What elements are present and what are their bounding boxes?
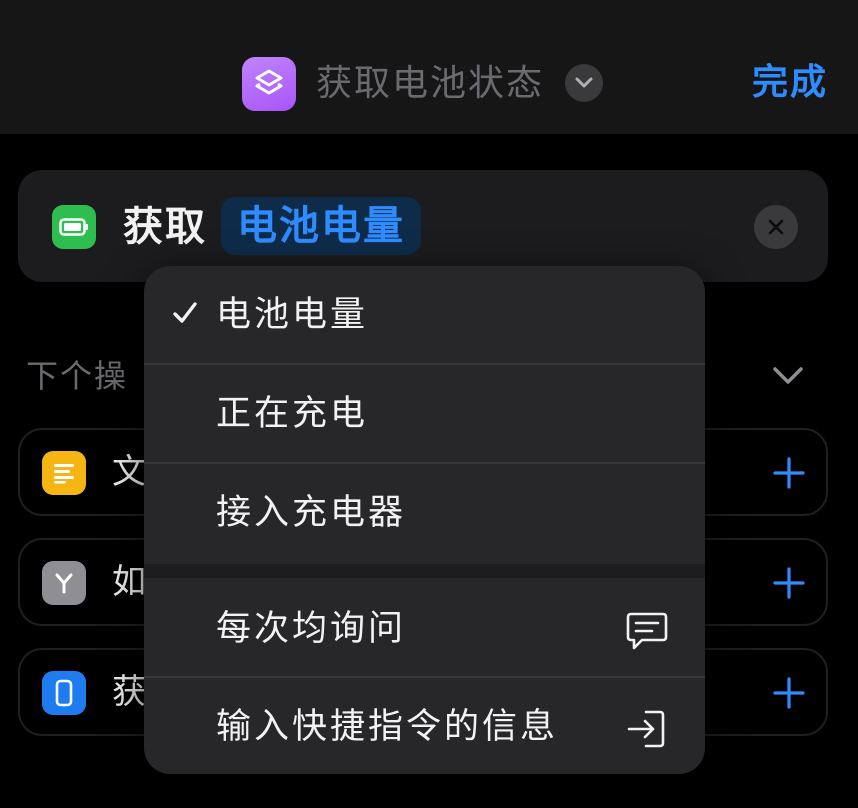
plus-icon[interactable]: [772, 456, 806, 490]
menu-item-shortcut-input[interactable]: 输入快捷指令的信息: [144, 678, 705, 774]
page-title[interactable]: 获取电池状态: [316, 62, 544, 106]
navigation-bar: 获取电池状态 完成: [0, 0, 858, 134]
plus-icon[interactable]: [772, 566, 806, 600]
message-bubble-icon: [626, 612, 668, 650]
suggestion-label: 文: [112, 452, 146, 492]
suggestion-label: 如: [112, 562, 146, 602]
menu-item-ask-each-time[interactable]: 每次均询问: [144, 580, 705, 678]
menu-item-plugged-in[interactable]: 接入充电器: [144, 464, 705, 562]
menu-section-separator: [144, 564, 705, 578]
chevron-down-icon[interactable]: [565, 64, 603, 102]
suggestion-label: 获: [112, 672, 146, 712]
text-lines-icon: [42, 451, 86, 495]
parameter-token[interactable]: 电池电量: [221, 197, 421, 255]
branch-icon: [42, 561, 86, 605]
input-arrow-icon: [627, 710, 665, 748]
parameter-menu: 电池电量 正在充电 接入充电器 每次均询问 输入快捷指令的信息: [144, 266, 705, 774]
menu-item-label: 输入快捷指令的信息: [216, 707, 559, 747]
menu-item-battery-level[interactable]: 电池电量: [144, 266, 705, 364]
action-verb: 获取: [123, 204, 207, 250]
plus-icon[interactable]: [772, 676, 806, 710]
menu-item-label: 每次均询问: [216, 609, 407, 649]
menu-item-label: 接入充电器: [216, 493, 407, 533]
checkmark-icon: [173, 302, 197, 323]
menu-item-charging[interactable]: 正在充电: [144, 365, 705, 463]
battery-icon: [52, 205, 96, 249]
menu-item-label: 正在充电: [216, 394, 369, 434]
close-icon[interactable]: [754, 205, 798, 249]
done-button[interactable]: 完成: [752, 60, 828, 106]
chevron-down-icon[interactable]: [770, 362, 806, 390]
phone-icon: [42, 671, 86, 715]
shortcuts-layers-icon[interactable]: [242, 57, 296, 111]
next-actions-label: 下个操: [26, 357, 129, 395]
menu-item-label: 电池电量: [216, 295, 369, 335]
